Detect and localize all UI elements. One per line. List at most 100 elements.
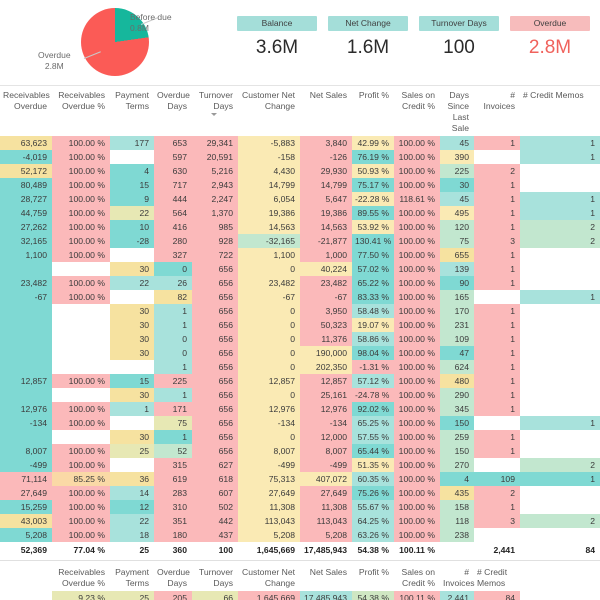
table-cell[interactable] [0, 346, 52, 360]
table-cell[interactable] [0, 318, 52, 332]
table-cell[interactable]: 58.48 % [352, 304, 394, 318]
table-cell[interactable]: 1 [474, 430, 520, 444]
table-cell[interactable]: 71,114 [0, 472, 52, 486]
table-cell[interactable]: 270 [440, 458, 474, 472]
table-cell[interactable]: 627 [192, 458, 238, 472]
table-cell[interactable]: -4,019 [0, 150, 52, 164]
summary-table-cell[interactable]: 9.23 % [52, 591, 110, 600]
table-cell[interactable] [110, 290, 154, 304]
table-cell[interactable]: 118 [440, 514, 474, 528]
table-cell[interactable]: 158 [440, 500, 474, 514]
table-cell[interactable]: 23,482 [300, 276, 352, 290]
table-cell[interactable] [52, 346, 110, 360]
table-cell[interactable] [52, 360, 110, 374]
table-cell[interactable]: 57.55 % [352, 430, 394, 444]
table-cell[interactable]: -24.78 % [352, 388, 394, 402]
table-cell[interactable]: 30 [110, 346, 154, 360]
table-row[interactable]: 30 0 656 0 11,376 58.86 % 100.00 % 109 1 [0, 332, 600, 346]
table-cell[interactable]: 1 [474, 374, 520, 388]
table-cell[interactable]: 2 [474, 164, 520, 178]
table-cell[interactable] [474, 290, 520, 304]
table-cell[interactable]: 1 [474, 402, 520, 416]
table-cell[interactable]: 28,727 [0, 192, 52, 206]
table-cell[interactable]: 607 [192, 486, 238, 500]
table-cell[interactable]: 1,100 [238, 248, 300, 262]
table-cell[interactable]: 45 [440, 136, 474, 150]
table-cell[interactable]: 15,259 [0, 500, 52, 514]
table-row[interactable]: -67 100.00 % 82 656 -67 -67 83.33 % 100.00 % 165… [0, 290, 600, 304]
table-row[interactable]: 27,649 100.00 % 14 283 607 27,649 27,649 75.26 … [0, 486, 600, 500]
col-header-net-sales[interactable]: Net Sales [300, 86, 352, 136]
table-cell[interactable]: 656 [192, 318, 238, 332]
table-cell[interactable]: 100.00 % [52, 416, 110, 430]
table-cell[interactable]: 120 [440, 220, 474, 234]
table-row[interactable]: 30 1 656 0 25,161 -24.78 % 100.00 % 290 1 [0, 388, 600, 402]
table-cell[interactable]: 656 [192, 332, 238, 346]
summary-col-header-overdue-days[interactable]: Overdue Days [154, 563, 192, 591]
table-cell[interactable] [520, 374, 600, 388]
table-cell[interactable]: 100.00 % [52, 514, 110, 528]
table-cell[interactable]: 25,161 [300, 388, 352, 402]
col-header-sales-on-credit-pct[interactable]: Sales on Credit % [394, 86, 440, 136]
table-cell[interactable]: 655 [440, 248, 474, 262]
table-cell[interactable]: 22 [110, 206, 154, 220]
table-cell[interactable]: 50.93 % [352, 164, 394, 178]
table-cell[interactable]: 30 [110, 304, 154, 318]
summary-col-header-receivables-overdue-pct[interactable]: Receivables Overdue % [52, 563, 110, 591]
table-cell[interactable]: 1,000 [300, 248, 352, 262]
table-cell[interactable] [520, 486, 600, 500]
table-cell[interactable]: 45 [440, 192, 474, 206]
kpi-card-net-change[interactable]: Net Change 1.6M [328, 16, 408, 78]
table-cell[interactable]: 656 [192, 346, 238, 360]
summary-table-cell[interactable]: 1,645,669 [238, 591, 300, 600]
table-cell[interactable] [520, 346, 600, 360]
table-row[interactable]: 63,623 100.00 % 177 653 29,341 -5,883 3,840 42.… [0, 136, 600, 150]
table-cell[interactable]: 11,376 [300, 332, 352, 346]
table-cell[interactable] [52, 332, 110, 346]
table-cell[interactable]: 100.00 % [394, 514, 440, 528]
table-cell[interactable]: 12,976 [238, 402, 300, 416]
table-cell[interactable]: 19.07 % [352, 318, 394, 332]
table-cell[interactable]: -134 [300, 416, 352, 430]
table-cell[interactable] [474, 458, 520, 472]
table-cell[interactable]: 23,482 [238, 276, 300, 290]
table-cell[interactable]: 495 [440, 206, 474, 220]
summary-col-header-net-sales[interactable]: Net Sales [300, 563, 352, 591]
table-cell[interactable]: 80,489 [0, 178, 52, 192]
table-cell[interactable]: 502 [192, 500, 238, 514]
table-cell[interactable] [520, 178, 600, 192]
table-cell[interactable]: 1 [474, 304, 520, 318]
table-cell[interactable]: 656 [192, 388, 238, 402]
table-cell[interactable]: 480 [440, 374, 474, 388]
table-cell[interactable]: 100.00 % [394, 458, 440, 472]
table-cell[interactable]: 190,000 [300, 346, 352, 360]
table-cell[interactable]: 1 [520, 136, 600, 150]
table-cell[interactable]: 100.00 % [52, 458, 110, 472]
table-cell[interactable]: 130.41 % [352, 234, 394, 248]
table-cell[interactable]: 65.44 % [352, 444, 394, 458]
summary-matrix[interactable]: Receivables Overdue % Payment Terms Over… [0, 563, 600, 600]
table-cell[interactable] [520, 276, 600, 290]
summary-col-header-num-invoices[interactable]: # Invoices [440, 563, 475, 591]
table-cell[interactable]: 15 [110, 374, 154, 388]
table-row[interactable]: -499 100.00 % 315 627 -499 -499 51.35 % 100.00 … [0, 458, 600, 472]
table-cell[interactable]: 100.00 % [52, 150, 110, 164]
table-cell[interactable]: 29,930 [300, 164, 352, 178]
table-cell[interactable]: 100.00 % [52, 290, 110, 304]
table-cell[interactable]: 100.00 % [52, 528, 110, 542]
summary-table-cell[interactable]: 66 [192, 591, 238, 600]
table-cell[interactable]: 1 [520, 192, 600, 206]
kpi-card-turnover-days[interactable]: Turnover Days 100 [419, 16, 499, 78]
table-cell[interactable] [52, 388, 110, 402]
table-cell[interactable]: 12,976 [0, 402, 52, 416]
table-row[interactable]: 80,489 100.00 % 15 717 2,943 14,799 14,799 75.1… [0, 178, 600, 192]
table-cell[interactable]: 100.00 % [394, 164, 440, 178]
table-row[interactable]: 27,262 100.00 % 10 416 985 14,563 14,563 53.92 … [0, 220, 600, 234]
table-cell[interactable]: 30 [110, 318, 154, 332]
table-cell[interactable]: 1 [474, 136, 520, 150]
table-row[interactable]: 43,003 100.00 % 22 351 442 113,043 113,043 64.2… [0, 514, 600, 528]
table-row[interactable]: 44,759 100.00 % 22 564 1,370 19,386 19,386 89.5… [0, 206, 600, 220]
table-cell[interactable] [110, 360, 154, 374]
table-cell[interactable]: 150 [440, 444, 474, 458]
table-cell[interactable]: 57.02 % [352, 262, 394, 276]
